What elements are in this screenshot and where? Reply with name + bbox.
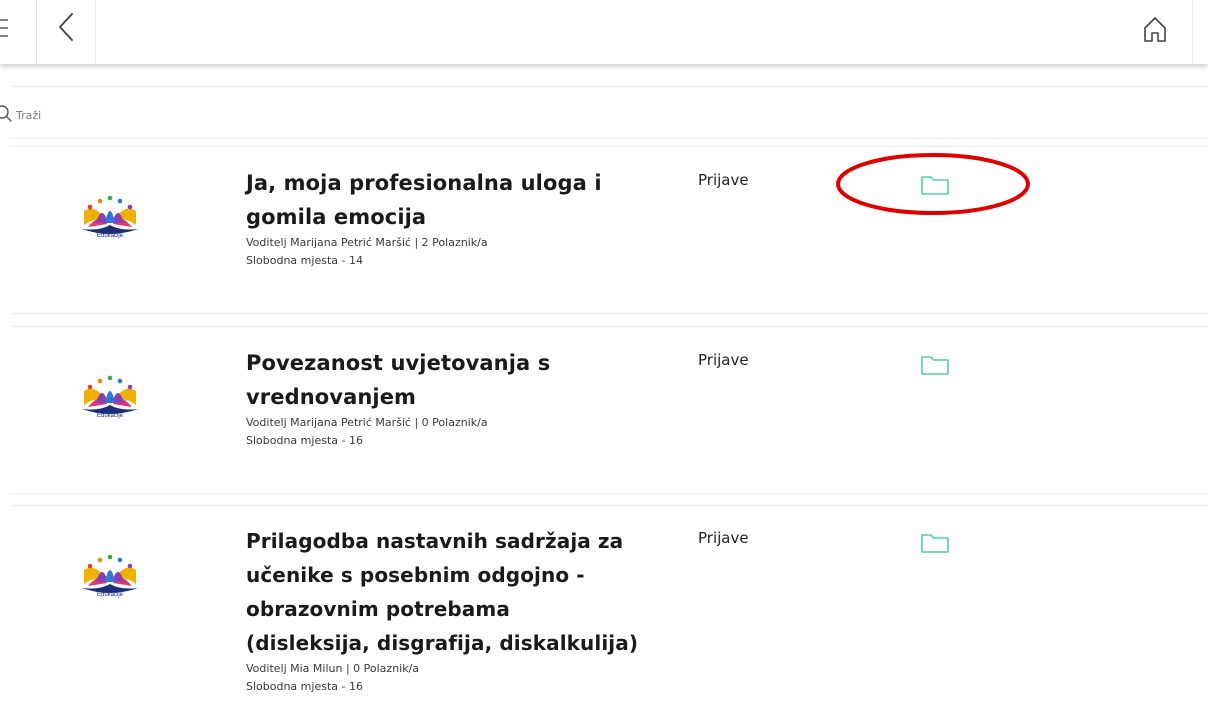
course-info: Ja, moja profesionalna uloga i gomila em… <box>246 166 686 270</box>
course-leader: Voditelj Mia Milun | 0 Polaznik/a <box>246 662 420 675</box>
course-info: Prilagodba nastavnih sadržaja za učenike… <box>246 524 716 696</box>
course-free-seats: Slobodna mjesta - 16 <box>246 434 363 447</box>
top-bar <box>0 0 1208 64</box>
logo-caption: Edukacije <box>97 233 124 239</box>
back-arrow-icon <box>59 13 73 41</box>
course-title-line: gomila emocija <box>246 205 427 229</box>
menu-icon <box>0 19 8 37</box>
course-title-line: Prilagodba nastavnih sadržaja za <box>246 529 624 553</box>
search-bar[interactable] <box>0 96 400 136</box>
course-title-line: Ja, moja profesionalna uloga i <box>246 171 602 195</box>
folder-icon[interactable] <box>920 531 950 555</box>
course-free-seats: Slobodna mjesta - 14 <box>246 254 363 267</box>
logo-caption: Edukacije <box>97 592 124 598</box>
logo-caption: Edukacije <box>97 413 124 419</box>
separator-line <box>10 493 1208 494</box>
separator-line <box>10 313 1208 314</box>
home-button[interactable] <box>1137 11 1173 47</box>
course-title[interactable]: Prilagodba nastavnih sadržaja za učenike… <box>246 524 716 660</box>
folder-icon[interactable] <box>920 353 950 377</box>
toolbar-divider <box>36 0 37 64</box>
course-title[interactable]: Povezanost uvjetovanja s vrednovanjem <box>246 346 686 414</box>
search-input[interactable] <box>16 105 316 125</box>
course-leader: Voditelj Marijana Petrić Maršić | 2 Pola… <box>246 236 488 249</box>
course-row[interactable]: Edukacije Ja, moja profesionalna uloga i… <box>10 147 1208 313</box>
registrations-link[interactable]: Prijave <box>698 351 749 369</box>
separator-line <box>10 138 1208 139</box>
home-icon <box>1144 17 1166 42</box>
back-button[interactable] <box>52 10 84 46</box>
registrations-link[interactable]: Prijave <box>698 529 749 547</box>
course-title[interactable]: Ja, moja profesionalna uloga i gomila em… <box>246 166 686 234</box>
search-icon <box>0 105 12 122</box>
menu-button[interactable] <box>0 0 36 64</box>
course-title-line: vrednovanjem <box>246 385 417 409</box>
course-row[interactable]: Edukacije Prilagodba nastavnih sadržaja … <box>10 506 1208 718</box>
separator-line <box>10 86 1208 87</box>
course-title-line: Povezanost uvjetovanja s <box>246 351 551 375</box>
course-row[interactable]: Edukacije Povezanost uvjetovanja s vredn… <box>10 327 1208 493</box>
course-free-seats: Slobodna mjesta - 16 <box>246 680 363 693</box>
toolbar-divider <box>95 0 96 64</box>
course-title-line: obrazovnim potrebama <box>246 597 510 621</box>
course-title-line: (disleksija, disgrafija, diskalkulija) <box>246 631 639 655</box>
registrations-link[interactable]: Prijave <box>698 171 749 189</box>
folder-icon[interactable] <box>920 173 950 197</box>
toolbar-divider <box>1192 0 1193 64</box>
edukacije-logo: Edukacije <box>78 195 142 239</box>
course-title-line: učenike s posebnim odgojno - <box>246 563 585 587</box>
course-info: Povezanost uvjetovanja s vrednovanjem Vo… <box>246 346 686 450</box>
edukacije-logo: Edukacije <box>78 554 142 598</box>
edukacije-logo: Edukacije <box>78 375 142 419</box>
course-leader: Voditelj Marijana Petrić Maršić | 0 Pola… <box>246 416 488 429</box>
